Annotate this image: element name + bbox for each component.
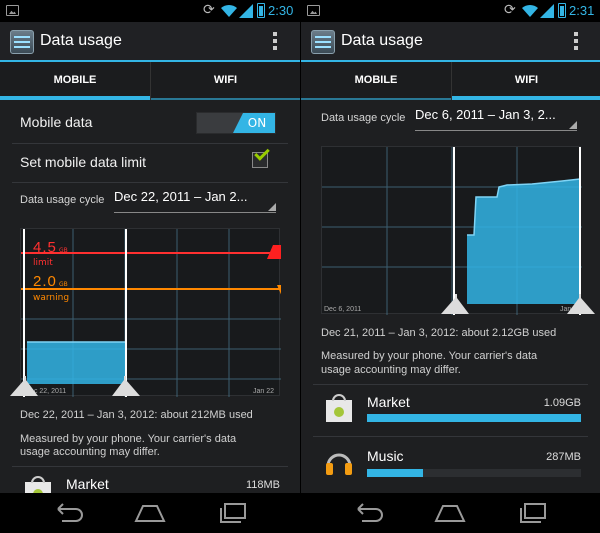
picture-notification-icon — [6, 5, 19, 16]
navigation-bar — [0, 493, 600, 533]
cycle-start-handle[interactable] — [10, 376, 38, 396]
cycle-label: Data usage cycle — [20, 194, 105, 206]
clock: 2:30 — [268, 3, 294, 18]
app-name: Market — [367, 394, 410, 410]
check-icon — [254, 145, 270, 161]
x-end-label: Jan 22 — [253, 388, 275, 395]
action-bar: Data usage — [301, 22, 600, 62]
divider — [12, 143, 288, 144]
dropdown-arrow-icon — [569, 121, 577, 129]
cycle-spinner[interactable]: Dec 22, 2011 – Jan 2... — [114, 189, 276, 213]
picture-notification-icon — [307, 5, 320, 16]
carrier-note-line2: usage accounting may differ. — [321, 364, 461, 376]
left-screen: ⟳ 2:30 Data usage MOBILE WIFI Mobile dat… — [0, 0, 300, 533]
tab-wifi[interactable]: WIFI — [451, 62, 600, 100]
wifi-icon — [221, 4, 237, 17]
usage-summary: Dec 22, 2011 – Jan 3, 2012: about 212MB … — [20, 409, 253, 421]
cycle-value: Dec 6, 2011 – Jan 3, 2... — [415, 107, 556, 122]
app-name: Market — [66, 476, 109, 492]
cycle-spinner[interactable]: Dec 6, 2011 – Jan 3, 2... — [415, 107, 577, 131]
divider — [12, 466, 288, 467]
tab-mobile-label: MOBILE — [53, 74, 97, 86]
page-title: Data usage — [40, 32, 122, 49]
mobile-data-label: Mobile data — [20, 114, 93, 130]
battery-icon — [558, 3, 566, 18]
tab-selected-indicator — [452, 96, 600, 100]
usage-chart: Dec 6, 2011 Jan 5 — [321, 146, 582, 315]
usage-chart-graphic — [21, 229, 281, 397]
usage-summary: Dec 21, 2011 – Jan 3, 2012: about 2.12GB… — [321, 327, 557, 339]
set-limit-label: Set mobile data limit — [20, 154, 147, 170]
wifi-icon — [522, 4, 538, 17]
home-icon[interactable] — [433, 501, 467, 525]
tab-wifi-label: WIFI — [514, 74, 539, 86]
app-usage-bar — [367, 469, 581, 477]
action-bar: Data usage — [0, 22, 300, 62]
app-name: Music — [367, 448, 404, 464]
toggle-on-label: ON — [233, 113, 275, 133]
data-usage-icon[interactable] — [311, 30, 335, 54]
signal-icon — [540, 4, 554, 18]
warning-caption: warning — [33, 293, 70, 303]
carrier-note-line1: Measured by your phone. Your carrier's d… — [20, 433, 237, 445]
app-usage-bar-fill — [367, 469, 423, 477]
overflow-menu-icon[interactable] — [573, 32, 579, 52]
market-icon — [326, 394, 352, 422]
recent-apps-icon[interactable] — [516, 501, 550, 525]
tab-mobile-label: MOBILE — [354, 74, 398, 86]
overflow-menu-icon[interactable] — [272, 32, 278, 52]
tab-mobile[interactable]: MOBILE — [0, 62, 150, 100]
tab-mobile[interactable]: MOBILE — [301, 62, 451, 100]
headphones-icon — [326, 453, 352, 475]
page-title: Data usage — [341, 32, 423, 49]
right-screen: ⟳ 2:31 Data usage MOBILE WIFI Data usage… — [300, 0, 600, 533]
cycle-value: Dec 22, 2011 – Jan 2... — [114, 189, 248, 204]
limit-caption: limit — [33, 258, 53, 268]
sync-icon: ⟳ — [504, 2, 516, 18]
sync-icon: ⟳ — [203, 2, 215, 18]
warning-handle — [277, 285, 281, 295]
home-icon[interactable] — [133, 501, 167, 525]
app-usage-bar — [367, 414, 581, 422]
cycle-end-handle[interactable] — [567, 294, 595, 314]
set-limit-checkbox[interactable] — [252, 145, 270, 168]
clock: 2:31 — [569, 3, 595, 18]
dropdown-arrow-icon — [268, 203, 276, 211]
usage-chart: 4.5 GB limit 2.0 GB warning Dec 22, 2011… — [20, 228, 281, 397]
tab-wifi[interactable]: WIFI — [150, 62, 300, 100]
app-usage: 118MB — [245, 479, 280, 491]
carrier-note-line1: Measured by your phone. Your carrier's d… — [321, 350, 538, 362]
warning-unit: GB — [59, 281, 68, 288]
battery-icon — [257, 3, 265, 18]
app-usage: 1.09GB — [543, 397, 581, 409]
warning-value: 2.0 — [33, 273, 57, 290]
recent-apps-icon[interactable] — [216, 501, 250, 525]
carrier-note-line2: usage accounting may differ. — [20, 446, 160, 458]
app-usage-bar-fill — [367, 414, 581, 422]
tab-bar: MOBILE WIFI — [301, 62, 600, 100]
cycle-end-handle[interactable] — [112, 376, 140, 396]
status-bar: ⟳ 2:30 — [0, 0, 300, 22]
divider — [12, 182, 288, 183]
cycle-label: Data usage cycle — [321, 112, 406, 124]
limit-value: 4.5 — [33, 239, 57, 256]
tab-bar: MOBILE WIFI — [0, 62, 300, 100]
signal-icon — [239, 4, 253, 18]
mobile-data-toggle[interactable]: ON — [196, 112, 276, 134]
back-icon[interactable] — [50, 501, 84, 525]
cycle-start-handle[interactable] — [441, 294, 469, 314]
divider — [313, 436, 588, 437]
usage-chart-graphic — [322, 147, 582, 315]
status-bar: ⟳ 2:31 — [301, 0, 600, 22]
x-start-label: Dec 6, 2011 — [324, 306, 362, 313]
back-icon[interactable] — [350, 501, 384, 525]
app-usage: 287MB — [546, 451, 581, 463]
tab-wifi-label: WIFI — [213, 74, 238, 86]
limit-unit: GB — [59, 247, 68, 254]
data-usage-icon[interactable] — [10, 30, 34, 54]
tab-selected-indicator — [0, 96, 150, 100]
divider — [313, 384, 588, 385]
